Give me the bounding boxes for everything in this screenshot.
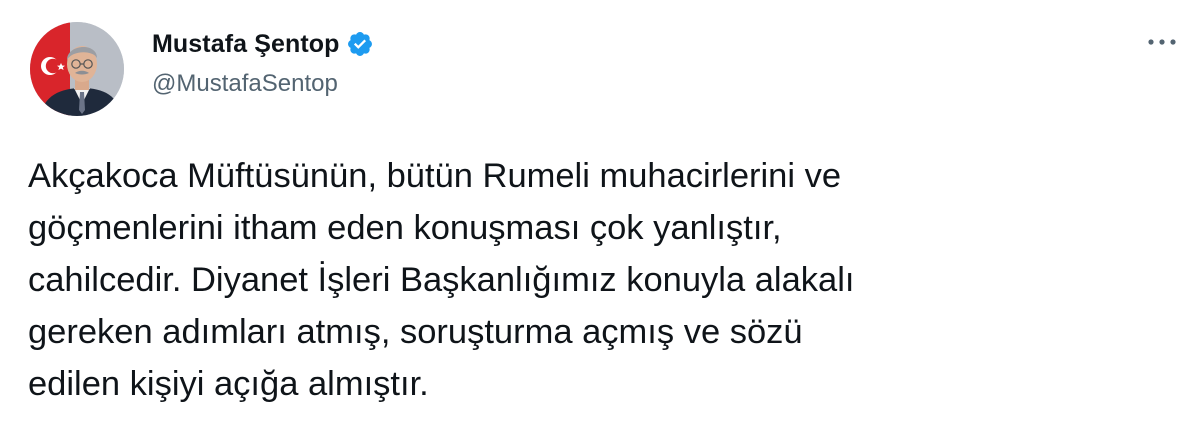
tweet-text: Akçakoca Müftüsünün, bütün Rumeli muhaci… <box>28 157 855 403</box>
avatar[interactable] <box>30 22 124 116</box>
author-display-name[interactable]: Mustafa Şentop <box>152 30 340 59</box>
more-options-button[interactable] <box>1140 24 1184 60</box>
tweet-card: Mustafa Şentop @MustafaSentop Akçakoca M… <box>0 0 1200 448</box>
author-handle[interactable]: @MustafaSentop <box>152 70 338 98</box>
avatar-image <box>30 22 124 116</box>
more-options-icon <box>1148 39 1176 45</box>
verified-badge-icon <box>346 30 374 58</box>
author-name-row: Mustafa Şentop <box>152 26 374 62</box>
